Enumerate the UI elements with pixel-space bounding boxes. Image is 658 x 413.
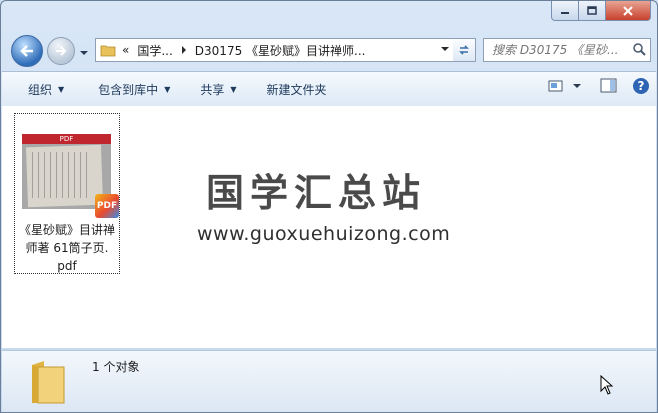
view-options-icon[interactable] (548, 79, 564, 93)
maximize-button[interactable] (579, 1, 606, 21)
file-list-pane[interactable]: PDF PDF 《星砂赋》目讲禅 师著 61筒子页. pdf 国学汇总站 www… (2, 106, 656, 348)
file-item-pdf[interactable]: PDF PDF 《星砂赋》目讲禅 师著 61筒子页. pdf (14, 113, 120, 274)
include-library-button[interactable]: 包含到库中 ▼ (86, 76, 182, 102)
item-count: 1 个对象 (92, 360, 140, 374)
chevron-down-icon (80, 51, 88, 55)
chevron-down-icon: ▼ (230, 84, 237, 94)
share-label: 共享 (200, 82, 225, 97)
svg-text:?: ? (638, 79, 645, 93)
new-folder-button[interactable]: 新建文件夹 (255, 76, 339, 102)
refresh-button[interactable] (453, 38, 476, 62)
folder-icon (100, 45, 116, 57)
breadcrumb-item-current[interactable]: D30175 《星砂赋》目讲禅师... (195, 42, 366, 59)
address-dropdown-icon[interactable] (440, 45, 450, 53)
chevron-down-icon: ▼ (164, 84, 171, 94)
pdf-badge-icon: PDF (95, 194, 119, 218)
caption-buttons (551, 1, 651, 21)
minimize-button[interactable] (551, 1, 579, 21)
chevron-right-icon[interactable] (181, 46, 187, 54)
thumbnail-header: PDF (22, 134, 111, 144)
include-library-label: 包含到库中 (98, 82, 159, 97)
maximize-icon (587, 6, 597, 15)
preview-pane-icon[interactable] (600, 78, 618, 94)
help-icon[interactable]: ? (632, 77, 650, 95)
close-button[interactable] (606, 1, 651, 21)
file-name-line-1: 《星砂赋》目讲禅 (18, 223, 115, 237)
thumbnail-text-lines (32, 152, 92, 198)
view-dropdown-icon[interactable] (572, 82, 582, 90)
organize-label: 组织 (28, 82, 53, 97)
file-name-line-3: pdf (57, 259, 77, 273)
refresh-icon (459, 45, 469, 55)
watermark-url: www.guoxuehuizong.com (197, 223, 451, 245)
file-name: 《星砂赋》目讲禅 师著 61筒子页. pdf (17, 221, 117, 275)
breadcrumb-overflow[interactable]: « (122, 43, 129, 57)
back-button[interactable] (11, 35, 43, 67)
view-controls: ? (548, 77, 650, 95)
breadcrumb: « 国学... D30175 《星砂赋》目讲禅师... (122, 42, 365, 59)
forward-button[interactable] (47, 37, 75, 65)
file-name-line-2: 师著 61筒子页. (25, 241, 109, 255)
new-folder-label: 新建文件夹 (266, 82, 327, 97)
address-row: « 国学... D30175 《星砂赋》目讲禅师... (9, 33, 651, 69)
folder-icon (32, 361, 65, 404)
address-bar[interactable]: « 国学... D30175 《星砂赋》目讲禅师... (95, 38, 455, 62)
arrow-left-icon (20, 45, 33, 57)
chevron-down-icon: ▼ (58, 84, 65, 94)
share-button[interactable]: 共享 ▼ (188, 76, 248, 102)
details-pane: 1 个对象 (2, 350, 656, 412)
close-icon (623, 5, 633, 16)
minimize-icon (561, 11, 569, 14)
search-input[interactable] (490, 42, 634, 58)
arrow-right-icon (56, 46, 67, 56)
recent-pages-dropdown[interactable] (79, 46, 89, 60)
search-box[interactable] (483, 38, 651, 62)
explorer-window: « 国学... D30175 《星砂赋》目讲禅师... 组织 ▼ 包含到库中 ▼… (0, 0, 658, 413)
search-icon[interactable] (632, 42, 646, 56)
mouse-pointer-icon (600, 375, 614, 395)
command-bar: 组织 ▼ 包含到库中 ▼ 共享 ▼ 新建文件夹 ? (2, 71, 656, 107)
organize-button[interactable]: 组织 ▼ (16, 76, 76, 102)
watermark-title: 国学汇总站 (206, 171, 427, 215)
breadcrumb-item-guoxue[interactable]: 国学... (137, 42, 172, 59)
